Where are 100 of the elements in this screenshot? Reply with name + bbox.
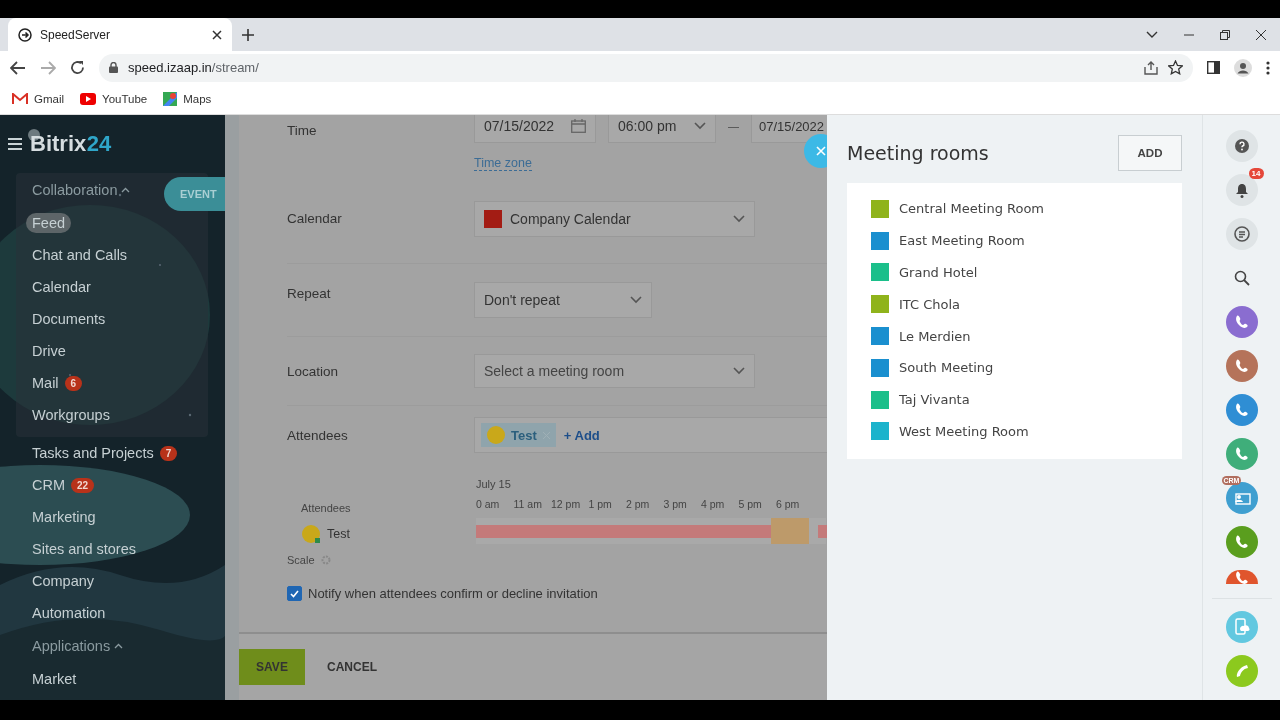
room-name[interactable]: Central Meeting Room: [899, 201, 1045, 217]
phone-icon: [1233, 446, 1250, 462]
menu-item[interactable]: Documents: [16, 303, 208, 335]
call-button[interactable]: [1225, 526, 1258, 558]
menu-group-header[interactable]: Collaboration: [16, 173, 131, 207]
menu-item[interactable]: Automation: [16, 597, 225, 629]
planner-date: July 15: [476, 478, 512, 490]
add-button[interactable]: ADD: [1118, 135, 1182, 171]
phone-icon: [1233, 402, 1250, 418]
field-label: Calendar: [287, 210, 343, 228]
call-button[interactable]: [1225, 438, 1258, 470]
menu-item[interactable]: Chat and Calls: [16, 239, 208, 271]
menu-icon[interactable]: [8, 138, 22, 150]
bell-icon: [1234, 182, 1249, 198]
menu-item[interactable]: Mail 6: [16, 367, 208, 399]
reload-icon[interactable]: [70, 60, 85, 75]
menu-item[interactable]: Sites and stores: [16, 533, 225, 565]
crm-button[interactable]: [1225, 482, 1258, 514]
menu-item[interactable]: Tasks and Projects 7: [16, 437, 225, 469]
cut-button[interactable]: [1225, 570, 1258, 584]
attendee-name: Test: [327, 527, 350, 541]
calendar-select[interactable]: Company Calendar: [474, 201, 755, 237]
address-bar[interactable]: speed.izaap.in/stream/: [99, 53, 1193, 82]
room-name[interactable]: ITC Chola: [899, 296, 961, 312]
field-label: Repeat: [287, 285, 332, 301]
contact-card-icon: [1232, 491, 1251, 505]
arrow-circle-icon: [18, 27, 32, 42]
room-name[interactable]: East Meeting Room: [899, 233, 1025, 249]
date-field[interactable]: 07/15/2022: [751, 115, 827, 143]
location-select[interactable]: Select a meeting room: [474, 354, 755, 388]
bell-button[interactable]: [1225, 174, 1258, 206]
menu-group-header[interactable]: Applications: [16, 629, 124, 663]
field-label: Time: [287, 122, 318, 140]
time-select[interactable]: 06:00 pm: [608, 115, 716, 143]
hour-label: 6 pm: [776, 498, 801, 510]
chat-button[interactable]: [1225, 218, 1258, 250]
selected-slot: [771, 518, 809, 544]
minimize-icon[interactable]: [1184, 33, 1194, 36]
close-icon[interactable]: [1256, 29, 1266, 40]
device-cloud-icon: [1233, 618, 1250, 636]
call-button[interactable]: [1225, 306, 1258, 338]
menu-item[interactable]: Company: [16, 565, 225, 597]
menu-item[interactable]: Drive: [16, 335, 208, 367]
date-field[interactable]: 07/15/2022: [474, 115, 596, 143]
panel-title: Meeting rooms: [847, 142, 989, 164]
calendar-icon: [571, 119, 586, 133]
phone-icon: [1233, 314, 1250, 330]
field-label: Location: [287, 363, 340, 379]
planner-label: Attendees: [301, 502, 352, 514]
plus-icon[interactable]: [242, 28, 254, 41]
menu-item[interactable]: Calendar: [16, 271, 208, 303]
close-icon[interactable]: [212, 29, 222, 40]
sidebar-icon[interactable]: [1207, 61, 1220, 74]
room-name[interactable]: Le Merdien: [899, 328, 971, 344]
search-icon: [1233, 270, 1250, 286]
repeat-select[interactable]: Don't repeat: [474, 282, 652, 318]
hour-label: 1 pm: [588, 498, 613, 510]
star-icon[interactable]: [1168, 60, 1183, 75]
room-name[interactable]: South Meeting: [899, 360, 994, 376]
notify-label: Notify when attendees confirm or decline invitation: [308, 586, 598, 601]
mail-icon: [12, 93, 28, 105]
call-button[interactable]: [1225, 350, 1258, 382]
room-name[interactable]: Grand Hotel: [899, 265, 978, 280]
back-arrow-icon[interactable]: [10, 60, 26, 75]
menu-item[interactable]: Market: [16, 663, 225, 695]
menu-item[interactable]: Marketing: [16, 501, 225, 533]
share-icon[interactable]: [1144, 60, 1158, 75]
bookmark[interactable]: Gmail: [12, 93, 65, 105]
busy-bar: [818, 525, 827, 538]
attendees-field[interactable]: Test + Add: [474, 417, 827, 453]
hour-label: 2 pm: [626, 498, 651, 510]
menu-item[interactable]: Workgroups: [16, 399, 208, 431]
avatar-icon: [487, 426, 505, 444]
notify-checkbox[interactable]: [287, 586, 302, 601]
help-button[interactable]: [1225, 130, 1258, 162]
more-icon[interactable]: [1266, 60, 1270, 75]
room-name[interactable]: Taj Vivanta: [899, 392, 970, 408]
close-icon: [816, 146, 826, 156]
chevron-down-icon[interactable]: [1146, 30, 1158, 39]
chevron-down-icon: [733, 215, 745, 223]
check-icon: [290, 589, 299, 598]
avatar-icon: [301, 524, 321, 544]
notification-badge: 14: [1248, 168, 1264, 179]
add-attendee-link[interactable]: + Add: [563, 427, 600, 443]
browser-tab[interactable]: SpeedServer: [8, 18, 232, 51]
call-button[interactable]: [1225, 394, 1258, 426]
bookmark[interactable]: Maps: [163, 92, 212, 106]
hour-label: 12 pm: [551, 498, 582, 510]
hour-label: 3 pm: [663, 498, 688, 510]
chat-icon: [1232, 225, 1251, 243]
bookmark[interactable]: YouTube: [80, 93, 148, 105]
menu-item[interactable]: CRM 22: [16, 469, 225, 501]
chevron-down-icon: [694, 122, 706, 130]
cancel-button[interactable]: CANCEL: [321, 659, 383, 675]
profile-icon[interactable]: [1234, 58, 1252, 77]
play-icon: [80, 93, 97, 105]
room-name[interactable]: West Meeting Room: [899, 423, 1029, 439]
chevron-down-icon: [733, 367, 745, 375]
map-pin-icon: [163, 92, 178, 106]
restore-icon[interactable]: [1220, 29, 1230, 40]
